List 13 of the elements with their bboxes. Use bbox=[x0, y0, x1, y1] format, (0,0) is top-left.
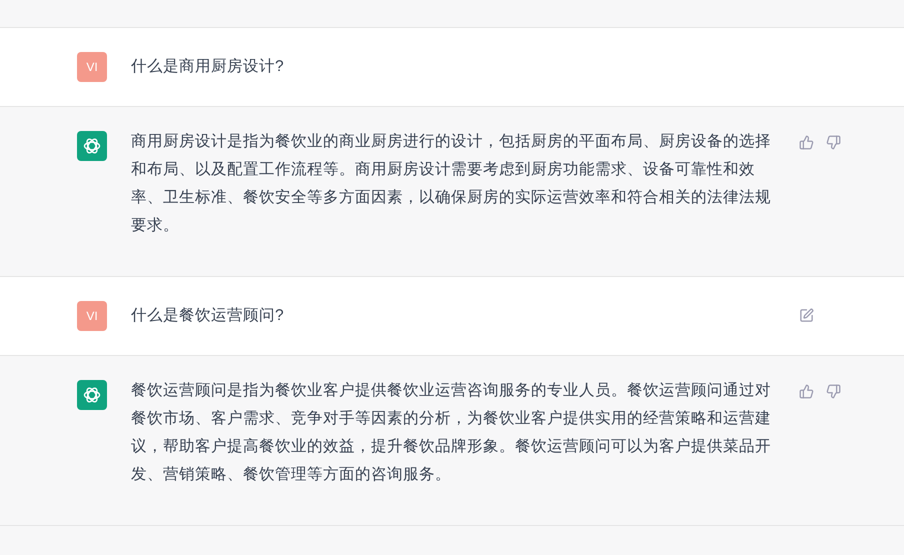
user-message: 什么是餐饮运营顾问? bbox=[131, 306, 285, 326]
thumbs-down-icon[interactable] bbox=[826, 135, 841, 150]
thumbs-down-icon[interactable] bbox=[826, 384, 841, 399]
thumbs-up-icon[interactable] bbox=[799, 135, 814, 150]
user-message: 什么是商用厨房设计? bbox=[131, 57, 285, 77]
knot-icon bbox=[82, 136, 102, 156]
user-avatar: VI bbox=[77, 301, 107, 331]
knot-icon bbox=[82, 385, 102, 405]
edit-icon[interactable] bbox=[799, 308, 814, 323]
assistant-message: 商用厨房设计是指为餐饮业的商业厨房进行的设计，包括厨房的平面布局、厨房设备的选择和布局、以及配置工作流程等。商用厨房设计需要考虑到厨房功能需求、设备可靠性和效率、卫生标准、餐饮安全等多方面因素，以确保厨房的实际运营效率和符合相关的法律法规要求。 bbox=[131, 132, 772, 236]
assistant-message: 餐饮运营顾问是指为餐饮业客户提供餐饮业运营咨询服务的专业人员。餐饮运营顾问通过对餐饮市场、客户需求、竞争对手等因素的分析，为餐饮业客户提供实用的经营策略和运营建议，帮助客户提高餐饮业的效益，提升餐饮品牌形象。餐饮运营顾问可以为客户提供菜品开发、营销策略、餐饮管理等方面的咨询服务。 bbox=[131, 381, 772, 485]
thumbs-up-icon[interactable] bbox=[799, 384, 814, 399]
user-avatar: VI bbox=[77, 52, 107, 82]
